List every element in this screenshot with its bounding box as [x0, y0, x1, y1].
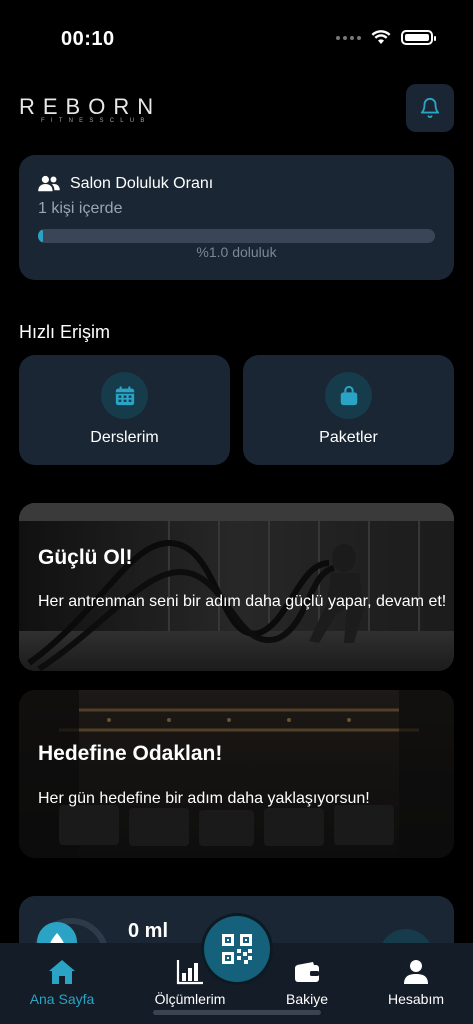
nav-measurements-label: Ölçümlerim — [154, 991, 226, 1007]
nav-home[interactable]: Ana Sayfa — [24, 943, 100, 1013]
person-icon — [404, 960, 428, 984]
calendar-icon-circle — [101, 372, 148, 419]
status-time: 00:10 — [61, 28, 115, 50]
banner-strong-text: Her antrenman seni bir adım daha güçlü y… — [38, 593, 447, 610]
nav-account-label: Hesabım — [387, 991, 445, 1007]
banner-focus-text: Her gün hedefine bir adım daha yaklaşıyo… — [38, 790, 370, 807]
battle-ropes-photo — [19, 503, 454, 671]
home-indicator — [153, 1010, 321, 1015]
status-icons — [336, 30, 436, 45]
qr-code-icon — [222, 934, 252, 964]
quick-access-packages[interactable]: Paketler — [243, 355, 454, 465]
calendar-icon — [115, 385, 134, 405]
occupancy-title: Salon Doluluk Oranı — [70, 175, 214, 192]
notifications-button[interactable] — [406, 84, 454, 132]
bag-icon-circle — [325, 372, 372, 419]
quick-access-lessons[interactable]: Derslerim — [19, 355, 230, 465]
home-icon — [49, 960, 75, 984]
occupancy-count: 1 kişi içerde — [38, 200, 123, 217]
wallet-icon — [295, 962, 319, 982]
signal-icon — [336, 35, 361, 40]
banner-focus-title: Hedefine Odaklan! — [38, 742, 223, 765]
qr-scan-button[interactable] — [204, 916, 270, 982]
quick-access-lessons-label: Derslerim — [90, 429, 159, 446]
occupancy-title-row: Salon Doluluk Oranı — [38, 175, 213, 193]
logo-main-text: REBORN — [19, 94, 162, 119]
bar-chart-icon — [176, 960, 203, 985]
water-amount: 0 ml — [128, 920, 169, 942]
occupancy-progress-fill — [38, 229, 43, 243]
occupancy-percent-label: %1.0 doluluk — [196, 244, 277, 260]
occupancy-progress-bar — [38, 229, 435, 243]
motivation-banner-focus[interactable]: Hedefine Odaklan! Her gün hedefine bir a… — [19, 690, 454, 858]
quick-access-title: Hızlı Erişim — [19, 322, 110, 342]
status-bar: 00:10 — [0, 0, 473, 76]
motivation-banner-strong[interactable]: Güçlü Ol! Her antrenman seni bir adım da… — [19, 503, 454, 671]
logo-sub-text: FITNESSCLUB — [41, 118, 151, 124]
banner-strong-title: Güçlü Ol! — [38, 546, 133, 569]
nav-balance-label: Bakiye — [285, 991, 329, 1007]
bell-icon — [420, 98, 440, 119]
bag-icon — [340, 385, 357, 405]
app-header: REBORN FITNESSCLUB — [0, 76, 473, 142]
nav-home-label: Ana Sayfa — [29, 991, 95, 1007]
quick-access-packages-label: Paketler — [319, 429, 378, 446]
gym-interior-photo — [19, 690, 454, 858]
nav-balance[interactable]: Bakiye — [276, 943, 338, 1013]
battery-icon — [401, 30, 436, 45]
wifi-icon — [371, 30, 391, 44]
occupancy-card: Salon Doluluk Oranı 1 kişi içerde %1.0 d… — [19, 155, 454, 280]
nav-account[interactable]: Hesabım — [380, 943, 452, 1013]
users-icon — [38, 175, 60, 192]
reborn-logo: REBORN FITNESSCLUB — [19, 94, 162, 125]
